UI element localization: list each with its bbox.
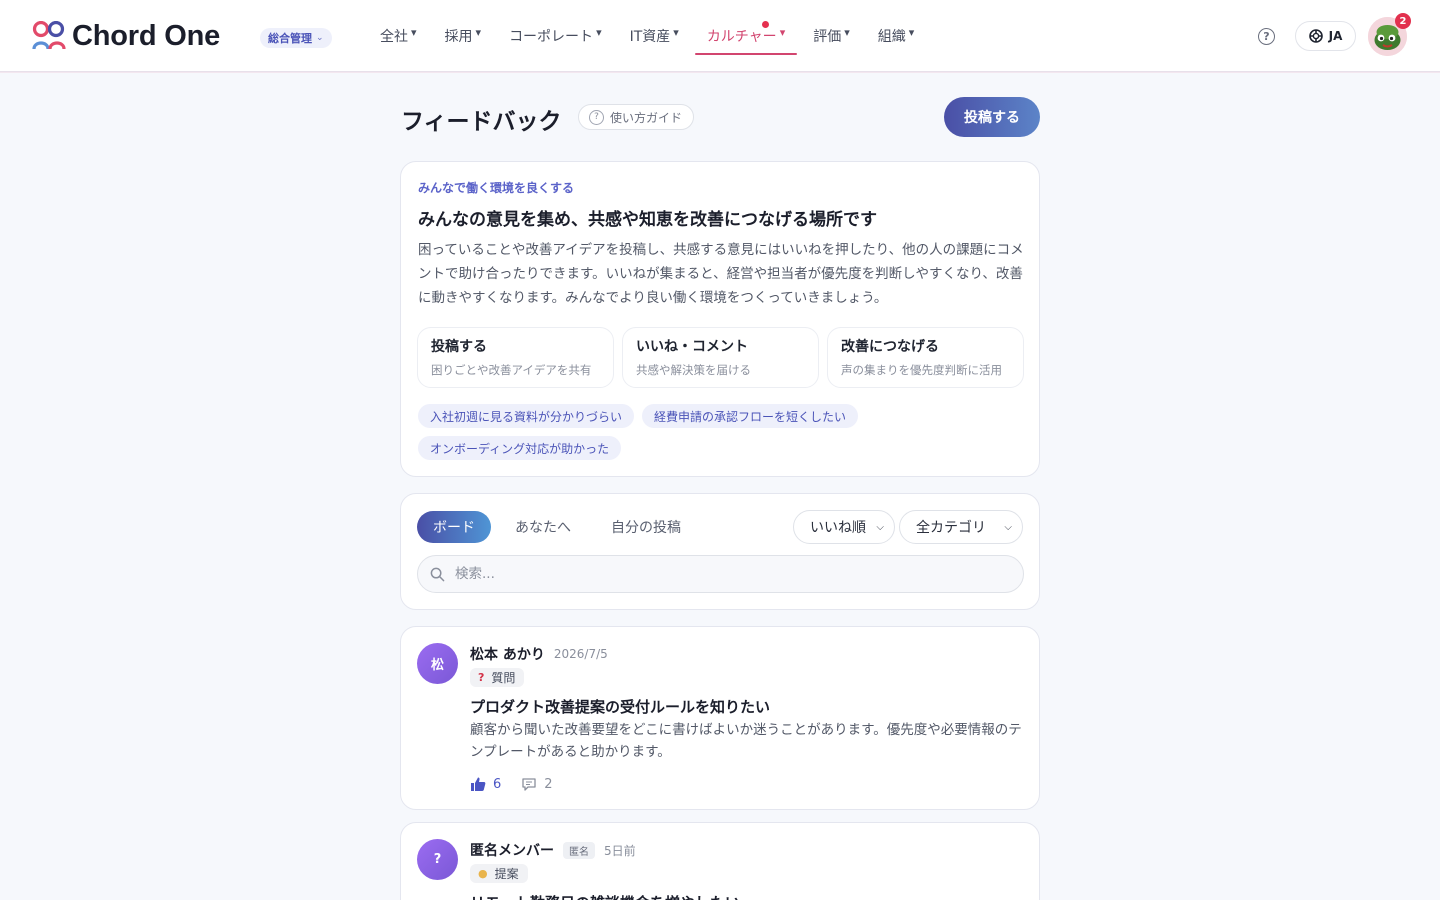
admin-dropdown[interactable]: 総合管理 ⌄ xyxy=(260,28,332,48)
nav-item-evaluation[interactable]: 評価 ▾ xyxy=(813,0,850,72)
like-count: 6 xyxy=(493,776,502,792)
author-avatar: ? xyxy=(417,839,458,880)
nav-item-corporate[interactable]: コーポレート ▾ xyxy=(509,0,602,72)
nav-label: 採用 xyxy=(444,29,473,45)
nav-item-recruiting[interactable]: 採用 ▾ xyxy=(445,0,482,72)
sort-select[interactable]: いいね順 ⌵ xyxy=(793,510,895,544)
step-title: 改善につなげる xyxy=(841,339,939,355)
example-tag[interactable]: 経費申請の承認フローを短くしたい xyxy=(642,404,859,428)
nav-label: IT資産 xyxy=(629,29,671,45)
feedback-post[interactable]: ? 匿名メンバー 匿名 5日前 ● 提案 リモート勤務日の雑談機会を増やしたい xyxy=(400,822,1040,900)
caret-down-icon: ▾ xyxy=(596,26,602,39)
steps-row: 投稿する 困りごとや改善アイデアを共有 いいね・コメント 共感や解決策を届ける … xyxy=(417,327,1024,388)
post-body: 顧客から聞いた改善要望をどこに書けばよいか迷うことがあります。優先度や必要情報の… xyxy=(470,722,1022,760)
category-badge: ? 質問 xyxy=(470,668,525,687)
search-icon xyxy=(430,567,445,581)
sort-value: いいね順 xyxy=(810,520,866,536)
lightbulb-icon: ● xyxy=(478,867,488,880)
language-label: JA xyxy=(1328,29,1343,43)
caret-down-icon: ▾ xyxy=(779,26,786,39)
chevron-down-icon: ⌵ xyxy=(1004,521,1012,533)
caret-down-icon: ▾ xyxy=(475,26,482,39)
page-title: フィードバック xyxy=(401,109,562,135)
usage-guide-button[interactable]: ? 使い方ガイド xyxy=(578,104,695,130)
chevron-down-icon: ⌵ xyxy=(876,521,884,533)
tab-for-you[interactable]: あなたへ xyxy=(499,511,587,543)
post-date: 5日前 xyxy=(604,843,636,858)
brand-logo[interactable]: Chord One xyxy=(32,20,220,52)
step-improve: 改善につなげる 声の集まりを優先度判断に活用 xyxy=(827,327,1024,388)
anonymous-badge: 匿名 xyxy=(563,841,595,859)
tab-my-posts[interactable]: 自分の投稿 xyxy=(595,511,697,543)
post-title[interactable]: リモート勤務日の雑談機会を増やしたい xyxy=(470,892,740,900)
intro-title: みんなの意見を集め、共感や知恵を改善につなげる場所です xyxy=(418,210,877,230)
tab-board[interactable]: ボード xyxy=(417,511,491,543)
post-title[interactable]: プロダクト改善提案の受付ルールを知りたい xyxy=(470,696,770,717)
post-stats: 6 2 xyxy=(470,776,553,792)
globe-icon xyxy=(1308,29,1323,43)
post-date: 2026/7/5 xyxy=(553,647,608,661)
admin-label: 総合管理 xyxy=(268,32,312,45)
post-header: 松本 あかり 2026/7/5 xyxy=(470,644,608,664)
nav-label: 評価 xyxy=(813,29,842,45)
category-badge: ● 提案 xyxy=(470,864,528,883)
comment-icon xyxy=(522,778,536,791)
help-circle-icon[interactable]: ? xyxy=(1258,28,1275,45)
notification-badge: 2 xyxy=(1395,13,1411,29)
like-button[interactable]: 6 xyxy=(470,776,501,792)
caret-down-icon: ▾ xyxy=(411,26,417,39)
step-subtitle: 共感や解決策を届ける xyxy=(636,363,751,377)
example-tag[interactable]: 入社初週に見る資料が分かりづらい xyxy=(418,404,635,428)
nav-item-organization[interactable]: 組織 ▾ xyxy=(878,0,915,72)
intro-card: みんなで働く環境を良くする みんなの意見を集め、共感や知恵を改善につなげる場所で… xyxy=(400,161,1040,477)
nav-item-company[interactable]: 全社 ▾ xyxy=(380,0,417,72)
comment-count: 2 xyxy=(544,776,553,792)
board-tabs: ボード あなたへ 自分の投稿 xyxy=(417,511,697,543)
author-name: 松本 あかり xyxy=(470,647,545,663)
top-header: Chord One 総合管理 ⌄ 全社 ▾ 採用 ▾ コーポレート ▾ IT資産 ▾ カ… xyxy=(0,0,1440,72)
nav-label: 全社 xyxy=(380,29,408,45)
filter-card: ボード あなたへ 自分の投稿 いいね順 ⌵ 全カテゴリ ⌵ xyxy=(400,493,1040,610)
nav-label: コーポレート xyxy=(509,29,594,45)
category-label: 質問 xyxy=(491,671,516,685)
nav-item-culture[interactable]: カルチャー ▾ xyxy=(694,0,798,72)
question-icon: ? xyxy=(589,109,604,125)
create-post-button[interactable]: 投稿する xyxy=(944,97,1040,137)
step-subtitle: 声の集まりを優先度判断に活用 xyxy=(841,363,1002,377)
nav-label: カルチャー xyxy=(706,29,777,45)
main-nav: 全社 ▾ 採用 ▾ コーポレート ▾ IT資産 ▾ カルチャー ▾ 評価 ▾ 組織 ▾ xyxy=(380,0,942,72)
intro-eyebrow: みんなで働く環境を良くする xyxy=(418,181,575,195)
logo-mark-icon xyxy=(32,21,66,50)
caret-down-icon: ▾ xyxy=(844,26,850,39)
author-avatar: 松 xyxy=(417,643,458,684)
category-label: 提案 xyxy=(494,867,519,881)
category-value: 全カテゴリ xyxy=(916,520,986,536)
question-mark-icon: ? xyxy=(478,671,485,684)
guide-label: 使い方ガイド xyxy=(610,110,683,125)
comment-button[interactable]: 2 xyxy=(521,776,553,792)
search-input[interactable] xyxy=(455,566,995,582)
step-like-comment: いいね・コメント 共感や解決策を届ける xyxy=(622,327,819,388)
example-tag[interactable]: オンボーディング対応が助かった xyxy=(418,436,622,460)
caret-down-icon: ▾ xyxy=(673,26,679,39)
brand-name: Chord One xyxy=(72,19,221,52)
search-box xyxy=(417,555,1024,593)
category-select[interactable]: 全カテゴリ ⌵ xyxy=(899,510,1023,544)
post-header: 匿名メンバー 匿名 5日前 xyxy=(470,840,636,860)
step-post: 投稿する 困りごとや改善アイデアを共有 xyxy=(417,327,614,388)
example-tags: 入社初週に見る資料が分かりづらい 経費申請の承認フローを短くしたい オンボーディ… xyxy=(418,404,1024,460)
author-name: 匿名メンバー xyxy=(470,843,554,859)
intro-description: 困っていることや改善アイデアを投稿し、共感する意見にはいいねを押したり、他の人の… xyxy=(418,242,1024,306)
step-title: いいね・コメント xyxy=(636,339,748,355)
step-title: 投稿する xyxy=(431,339,487,355)
thumbs-up-icon xyxy=(471,777,486,791)
nav-item-it-assets[interactable]: IT資産 ▾ xyxy=(630,0,679,72)
caret-down-icon: ▾ xyxy=(908,26,915,39)
nav-label: 組織 xyxy=(877,29,906,45)
chevron-down-icon: ⌄ xyxy=(316,33,324,43)
language-switcher[interactable]: JA xyxy=(1295,21,1356,51)
step-subtitle: 困りごとや改善アイデアを共有 xyxy=(431,363,592,377)
feedback-post[interactable]: 松 松本 あかり 2026/7/5 ? 質問 プロダクト改善提案の受付ルールを知… xyxy=(400,626,1040,810)
